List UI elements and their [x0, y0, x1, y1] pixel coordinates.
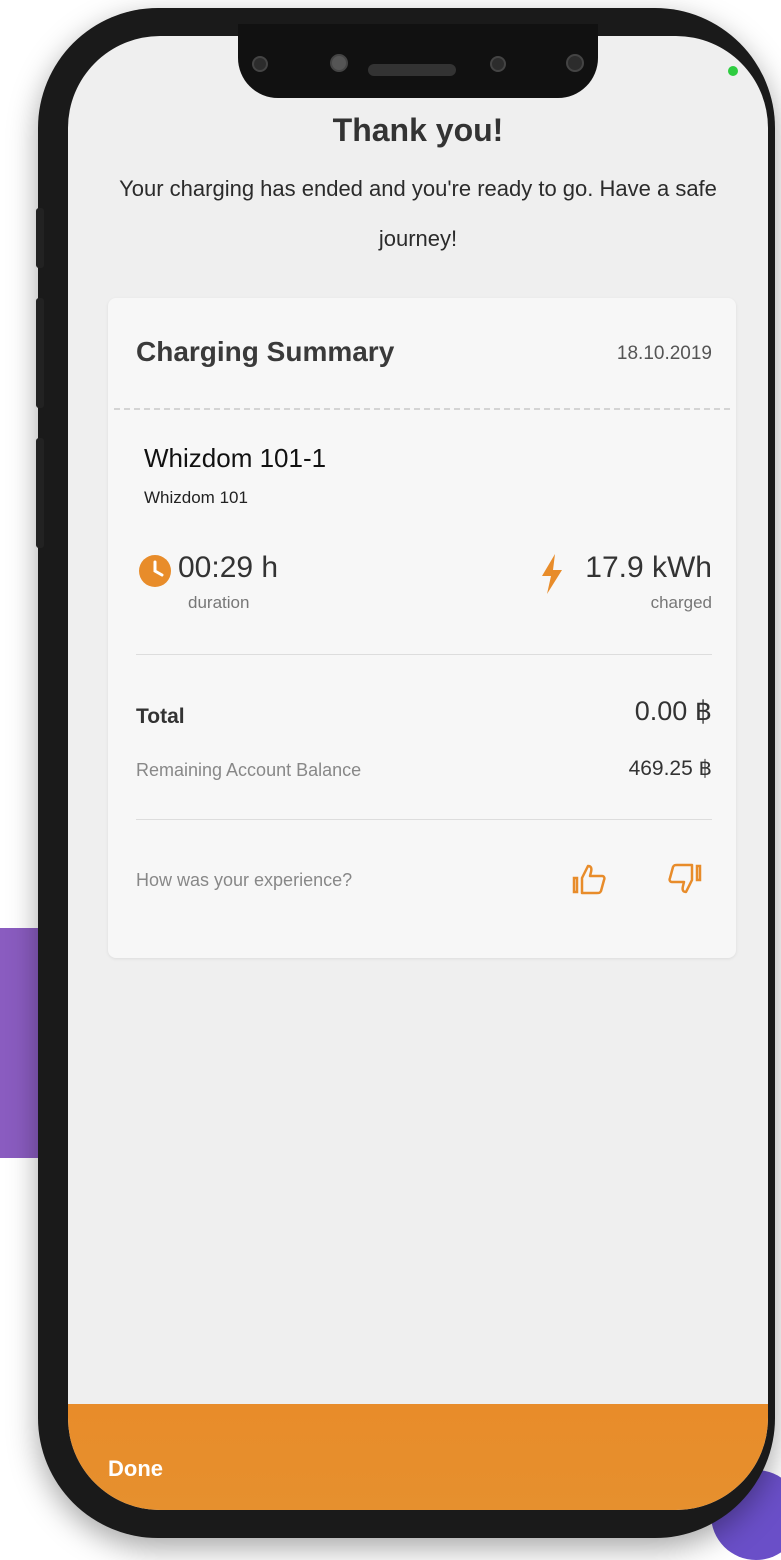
energy-label: charged	[650, 593, 712, 612]
charging-summary-card: Charging Summary 18.10.2019 Whizdom 101-…	[108, 298, 736, 958]
charging-date: 18.10.2019	[616, 343, 712, 364]
balance-label: Remaining Account Balance	[136, 760, 362, 780]
energy-value: 17.9 kWh	[585, 551, 712, 584]
done-button[interactable]: Done	[68, 1404, 768, 1510]
page-message-continued: journey!	[378, 226, 458, 251]
card-title: Charging Summary	[136, 336, 395, 367]
total-label: Total	[136, 705, 185, 728]
page-title: Thank you!	[332, 112, 504, 148]
status-indicator-dot	[728, 66, 738, 76]
clock-icon	[139, 555, 171, 587]
phone-side-button	[36, 298, 44, 408]
phone-notch	[238, 24, 598, 98]
station-location: Whizdom 101	[144, 488, 248, 507]
done-label: Done	[108, 1456, 163, 1481]
thumbs-up-icon[interactable]	[570, 860, 610, 900]
station-name: Whizdom 101-1	[144, 443, 327, 473]
duration-label: duration	[188, 593, 250, 612]
phone-side-button	[36, 438, 44, 548]
thumbs-down-icon[interactable]	[664, 858, 704, 898]
page-message: Your charging has ended and you're ready…	[119, 176, 717, 201]
lightning-bolt-icon	[542, 554, 562, 594]
total-value: 0.00 ฿	[634, 696, 712, 726]
card-header: Charging Summary 18.10.2019	[108, 298, 736, 403]
sensor-icon	[490, 56, 506, 72]
divider	[136, 819, 712, 820]
speaker-grille	[368, 64, 456, 76]
experience-question: How was your experience?	[136, 870, 353, 890]
card-separator	[114, 408, 730, 410]
sensor-icon	[566, 54, 584, 72]
sensor-icon	[252, 56, 268, 72]
phone-side-button	[36, 208, 44, 268]
camera-icon	[330, 54, 348, 72]
balance-value: 469.25 ฿	[628, 757, 712, 780]
divider	[136, 654, 712, 655]
duration-value: 00:29 h	[178, 551, 279, 584]
